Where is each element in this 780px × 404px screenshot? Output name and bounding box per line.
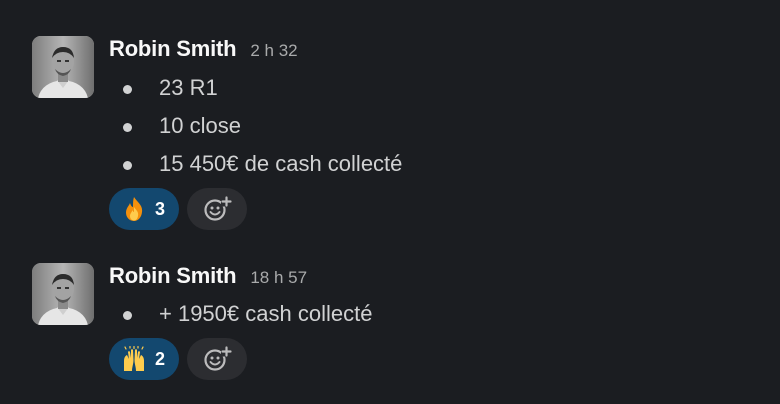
reaction-fire[interactable]: 3 bbox=[109, 188, 180, 230]
list-item: 15 450€ de cash collecté bbox=[109, 145, 749, 183]
raised-hands-emoji-icon bbox=[124, 346, 144, 371]
list-item: 23 R1 bbox=[109, 69, 749, 107]
fire-emoji-icon bbox=[126, 197, 143, 221]
message-content: Robin Smith 18 h 57 + 1950€ cash collect… bbox=[109, 263, 749, 380]
reaction-count: 2 bbox=[155, 348, 166, 369]
bullet-dot bbox=[123, 161, 132, 170]
list-item: 10 close bbox=[109, 107, 749, 145]
bullet-dot bbox=[123, 311, 132, 320]
add-reaction-button[interactable] bbox=[187, 338, 248, 380]
list-item-text: 23 R1 bbox=[159, 75, 218, 100]
reaction-count: 3 bbox=[155, 198, 166, 219]
avatar[interactable] bbox=[32, 263, 94, 325]
add-reaction-button[interactable] bbox=[187, 188, 248, 230]
list-item-text: 10 close bbox=[159, 113, 241, 138]
bullet-dot bbox=[123, 123, 132, 132]
add-reaction-icon bbox=[204, 196, 233, 221]
author-name[interactable]: Robin Smith bbox=[109, 263, 237, 289]
list-item-text: + 1950€ cash collecté bbox=[159, 301, 373, 326]
message-timestamp[interactable]: 2 h 32 bbox=[250, 41, 297, 61]
reactions-bar: 3 bbox=[109, 188, 749, 230]
bullet-dot bbox=[123, 85, 132, 94]
avatar[interactable] bbox=[32, 36, 94, 98]
message-timestamp[interactable]: 18 h 57 bbox=[250, 268, 307, 288]
message-feed: Robin Smith 2 h 32 23 R1 10 close 15 450… bbox=[0, 0, 780, 404]
message-header: Robin Smith 2 h 32 bbox=[109, 36, 749, 66]
author-name[interactable]: Robin Smith bbox=[109, 36, 237, 62]
message-header: Robin Smith 18 h 57 bbox=[109, 263, 749, 293]
reaction-raised-hands[interactable]: 2 bbox=[109, 338, 180, 380]
add-reaction-icon bbox=[204, 346, 233, 371]
reactions-bar: 2 bbox=[109, 338, 749, 380]
list-item-text: 15 450€ de cash collecté bbox=[159, 151, 403, 176]
bullet-list: + 1950€ cash collecté bbox=[109, 295, 749, 333]
message-content: Robin Smith 2 h 32 23 R1 10 close 15 450… bbox=[109, 36, 749, 230]
list-item: + 1950€ cash collecté bbox=[109, 295, 749, 333]
bullet-list: 23 R1 10 close 15 450€ de cash collecté bbox=[109, 69, 749, 183]
